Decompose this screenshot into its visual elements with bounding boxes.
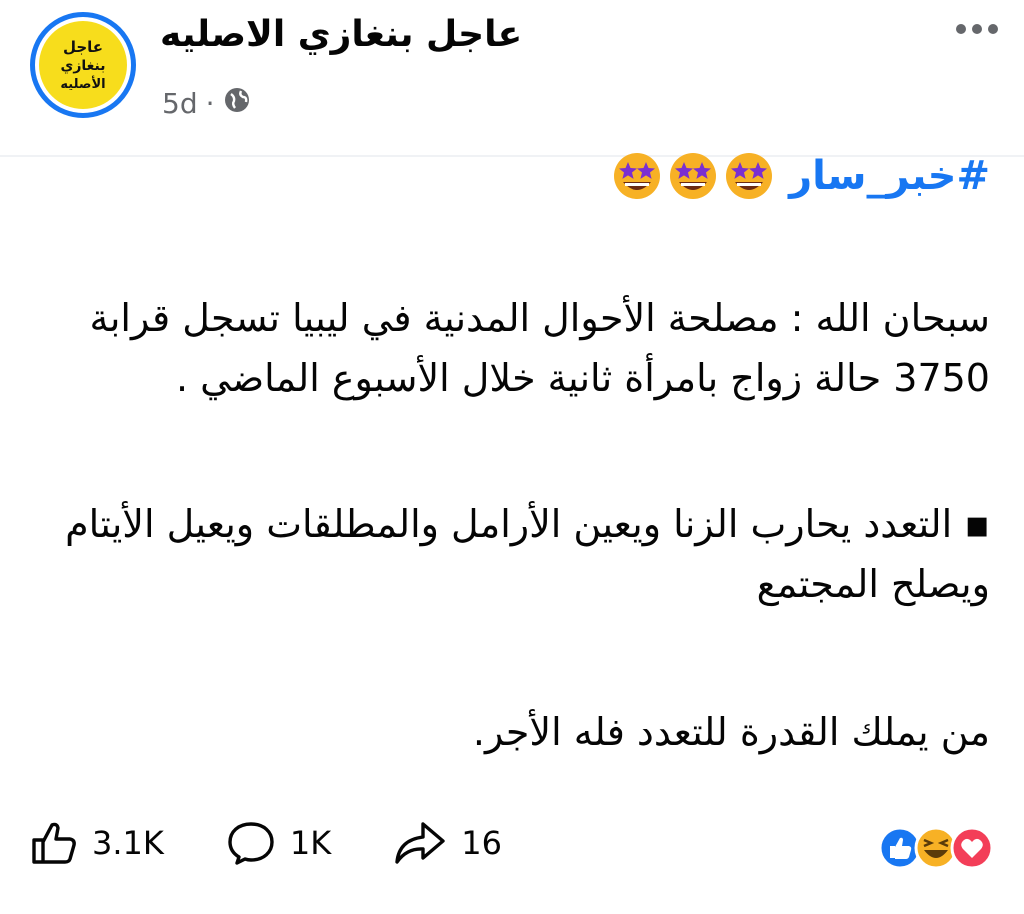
like-count: 3.1K — [92, 824, 164, 862]
post-header: عاجل بنغازي الأصليه عاجل بنغازي الاصليه … — [0, 0, 1024, 150]
globe-icon — [223, 86, 251, 121]
share-icon — [395, 822, 445, 864]
comment-count: 1K — [289, 824, 332, 862]
svg-text:بنغازي: بنغازي — [60, 58, 105, 75]
share-count: 16 — [461, 824, 502, 862]
reaction-summary[interactable] — [878, 826, 994, 870]
like-button[interactable]: 3.1K — [30, 820, 164, 866]
post-time[interactable]: 5d — [162, 87, 198, 120]
share-button[interactable]: 16 — [393, 820, 502, 866]
page-avatar[interactable]: عاجل بنغازي الأصليه — [30, 12, 136, 118]
star-struck-emoji — [670, 153, 717, 199]
avatar-logo: عاجل بنغازي الأصليه — [39, 21, 127, 109]
meta-separator: · — [205, 87, 215, 120]
post-paragraph-1: سبحان الله : مصلحة الأحوال المدنية في لي… — [89, 296, 990, 400]
action-bar: 3.1K 1K 16 — [30, 820, 564, 866]
thumbs-up-icon — [32, 822, 76, 864]
comment-icon — [228, 822, 274, 865]
post-paragraph-3: من يملك القدرة للتعدد فله الأجر. — [472, 710, 990, 754]
svg-text:عاجل: عاجل — [63, 38, 103, 56]
star-struck-emoji — [614, 153, 661, 199]
hashtag-row: #خبر_سار — [611, 150, 990, 202]
love-reaction-icon — [950, 826, 994, 870]
page-name[interactable]: عاجل بنغازي الاصليه — [160, 14, 522, 55]
svg-text:الأصليه: الأصليه — [60, 75, 105, 92]
hashtag-link[interactable]: #خبر_سار — [789, 153, 990, 199]
more-options-icon[interactable] — [956, 24, 998, 34]
star-struck-emoji — [726, 153, 773, 199]
post-paragraph-2: ▪︎ التعدد يحارب الزنا ويعين الأرامل والم… — [65, 502, 990, 606]
star-struck-emojis — [611, 150, 775, 202]
post-meta: 5d · — [162, 86, 251, 121]
comment-button[interactable]: 1K — [226, 820, 331, 866]
